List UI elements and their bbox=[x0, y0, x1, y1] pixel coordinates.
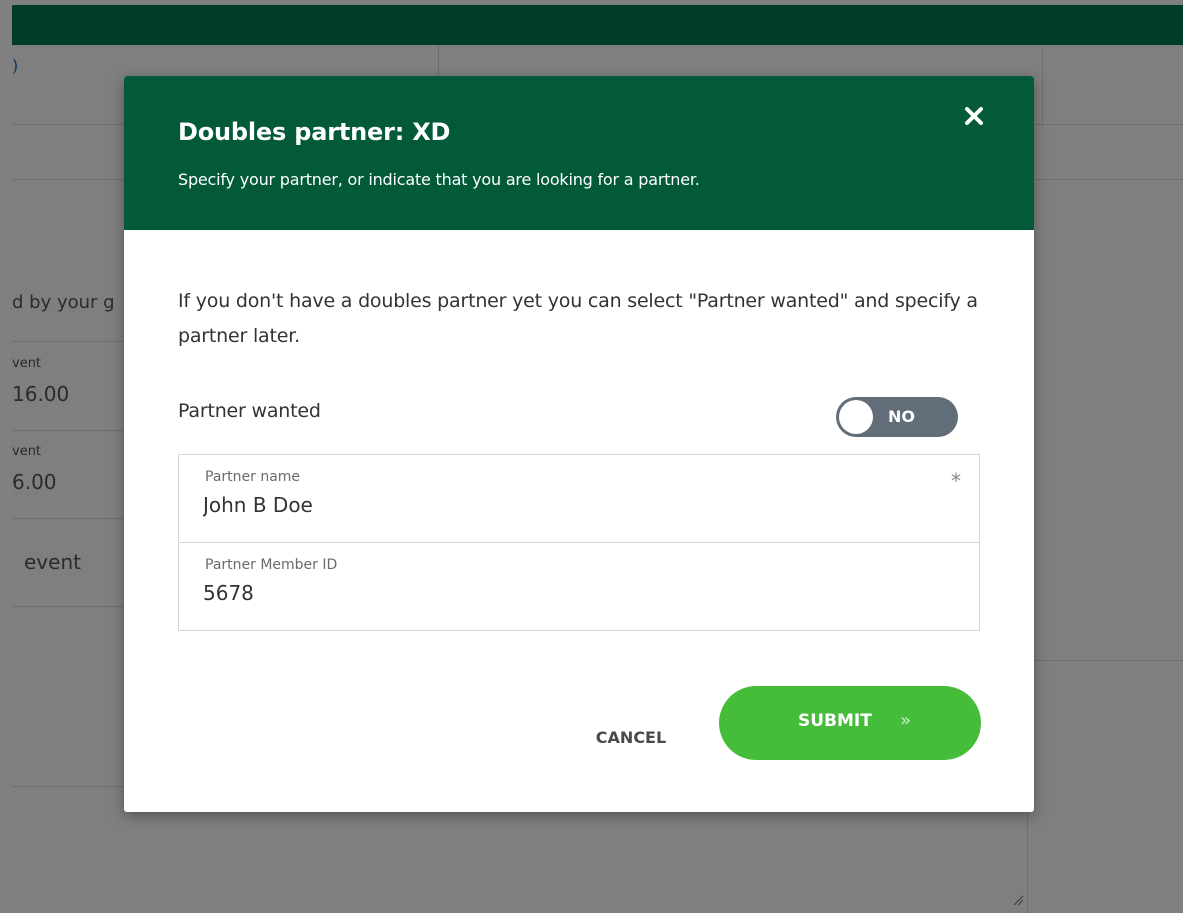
partner-wanted-label: Partner wanted bbox=[178, 400, 321, 422]
partner-name-field: Partner name * bbox=[179, 455, 979, 543]
toggle-knob bbox=[839, 400, 873, 434]
background-link-fragment: ) bbox=[12, 56, 19, 75]
toggle-state-text: NO bbox=[888, 407, 915, 426]
dialog-body: If you don't have a doubles partner yet … bbox=[178, 284, 981, 760]
partner-wanted-row: Partner wanted NO bbox=[178, 394, 980, 437]
top-navigation-bar bbox=[12, 5, 1183, 45]
partner-wanted-toggle[interactable]: NO bbox=[836, 397, 958, 437]
background-row-label: vent bbox=[12, 356, 42, 371]
partner-name-label: Partner name bbox=[205, 469, 301, 485]
background-divider bbox=[12, 124, 124, 125]
background-divider bbox=[12, 430, 124, 431]
cancel-button[interactable]: CANCEL bbox=[576, 718, 686, 758]
partner-member-id-input[interactable] bbox=[203, 581, 943, 605]
partner-member-id-field: Partner Member ID bbox=[179, 543, 979, 631]
partner-name-input[interactable] bbox=[203, 493, 943, 517]
background-text: d by your g bbox=[12, 292, 115, 313]
background-divider bbox=[12, 179, 124, 180]
submit-button[interactable]: SUBMIT » bbox=[719, 686, 981, 760]
partner-fields: Partner name * Partner Member ID bbox=[178, 454, 980, 631]
background-divider bbox=[1034, 179, 1183, 180]
background-divider bbox=[12, 341, 124, 342]
background-divider bbox=[12, 518, 124, 519]
background-divider bbox=[1034, 124, 1183, 125]
background-divider bbox=[1034, 660, 1183, 661]
background-row-label: vent bbox=[12, 444, 42, 459]
dialog-intro-text: If you don't have a doubles partner yet … bbox=[178, 290, 978, 347]
double-chevron-right-icon: » bbox=[900, 710, 912, 731]
close-icon bbox=[965, 107, 983, 125]
dialog-header: Doubles partner: XD Specify your partner… bbox=[124, 76, 1034, 230]
background-divider bbox=[12, 786, 124, 787]
resize-grip-icon[interactable] bbox=[1012, 894, 1024, 906]
dialog-title: Doubles partner: XD bbox=[178, 118, 451, 146]
background-divider bbox=[12, 606, 124, 607]
background-row-value: 16.00 bbox=[12, 382, 70, 406]
submit-label: SUBMIT bbox=[798, 711, 872, 731]
background-row-value: 6.00 bbox=[12, 470, 57, 494]
required-asterisk: * bbox=[951, 469, 961, 493]
background-divider bbox=[1027, 812, 1028, 913]
background-event-text: event bbox=[24, 550, 81, 574]
dialog-subtitle: Specify your partner, or indicate that y… bbox=[178, 170, 700, 189]
close-button[interactable] bbox=[962, 104, 986, 128]
background-divider bbox=[438, 45, 439, 76]
doubles-partner-dialog: Doubles partner: XD Specify your partner… bbox=[124, 76, 1034, 812]
background-divider bbox=[1042, 45, 1043, 125]
partner-member-id-label: Partner Member ID bbox=[205, 557, 338, 573]
